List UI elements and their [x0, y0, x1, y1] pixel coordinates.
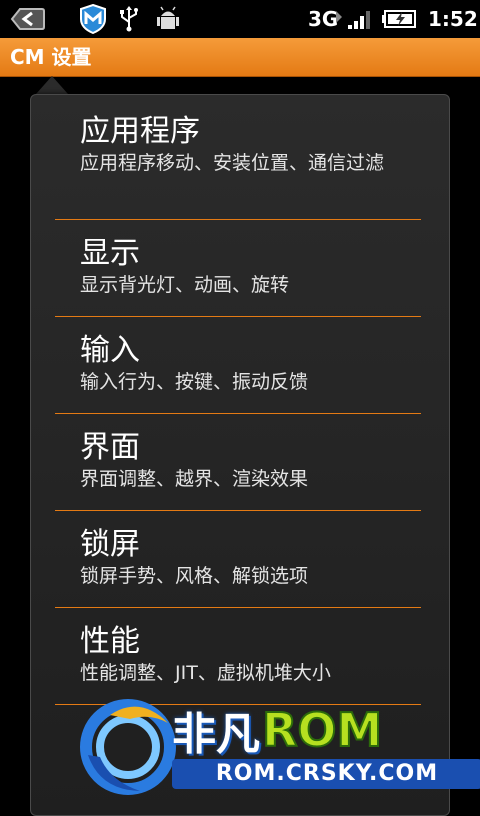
- usb-icon: [116, 4, 142, 34]
- menu-item-subtitle: 输入行为、按键、振动反馈: [80, 371, 309, 393]
- status-bar: 3G 1:52: [0, 0, 480, 38]
- menu-item-title: 显示: [80, 236, 140, 271]
- crsky-logo-icon: [80, 699, 176, 795]
- panel-pointer: [36, 76, 68, 94]
- menu-item-title: 输入: [80, 333, 140, 368]
- menu-item-title: 应用程序: [80, 114, 200, 149]
- signal-strength-icon: [334, 4, 374, 34]
- watermark-url: ROM.CRSKY.COM: [172, 759, 480, 789]
- menu-item-performance[interactable]: 性能 性能调整、JIT、虚拟机堆大小: [55, 624, 421, 686]
- battery-charging-icon: [382, 4, 418, 34]
- menu-item-subtitle: 锁屏手势、风格、解锁选项: [80, 565, 309, 587]
- back-arrow-icon[interactable]: [8, 4, 48, 34]
- menu-item-subtitle: 界面调整、越界、渲染效果: [80, 468, 309, 490]
- menu-item-display[interactable]: 显示 显示背光灯、动画、旋转: [55, 236, 421, 298]
- divider: [55, 510, 421, 511]
- divider: [55, 219, 421, 220]
- page-title: CM 设置: [10, 45, 92, 69]
- divider: [55, 607, 421, 608]
- watermark: 非凡 ROM ROM.CRSKY.COM: [80, 695, 480, 800]
- menu-item-interface[interactable]: 界面 界面调整、越界、渲染效果: [55, 430, 421, 492]
- menu-item-title: 性能: [80, 624, 140, 659]
- title-bar: CM 设置: [0, 38, 480, 77]
- menu-item-subtitle: 显示背光灯、动画、旋转: [80, 274, 290, 296]
- clock: 1:52: [428, 7, 478, 31]
- divider: [55, 316, 421, 317]
- menu-item-lockscreen[interactable]: 锁屏 锁屏手势、风格、解锁选项: [55, 527, 421, 589]
- watermark-name-cn: 非凡: [172, 709, 260, 760]
- divider: [55, 413, 421, 414]
- menu-item-applications[interactable]: 应用程序 应用程序移动、安装位置、通信过滤: [55, 114, 421, 176]
- menu-item-title: 界面: [80, 430, 140, 465]
- menu-item-input[interactable]: 输入 输入行为、按键、振动反馈: [55, 333, 421, 395]
- menu-item-subtitle: 应用程序移动、安装位置、通信过滤: [80, 152, 385, 174]
- security-m-icon: [78, 4, 108, 34]
- menu-item-title: 锁屏: [80, 527, 140, 562]
- watermark-name-rom: ROM: [261, 702, 383, 758]
- android-debug-icon: [154, 4, 182, 34]
- menu-item-subtitle: 性能调整、JIT、虚拟机堆大小: [80, 662, 331, 684]
